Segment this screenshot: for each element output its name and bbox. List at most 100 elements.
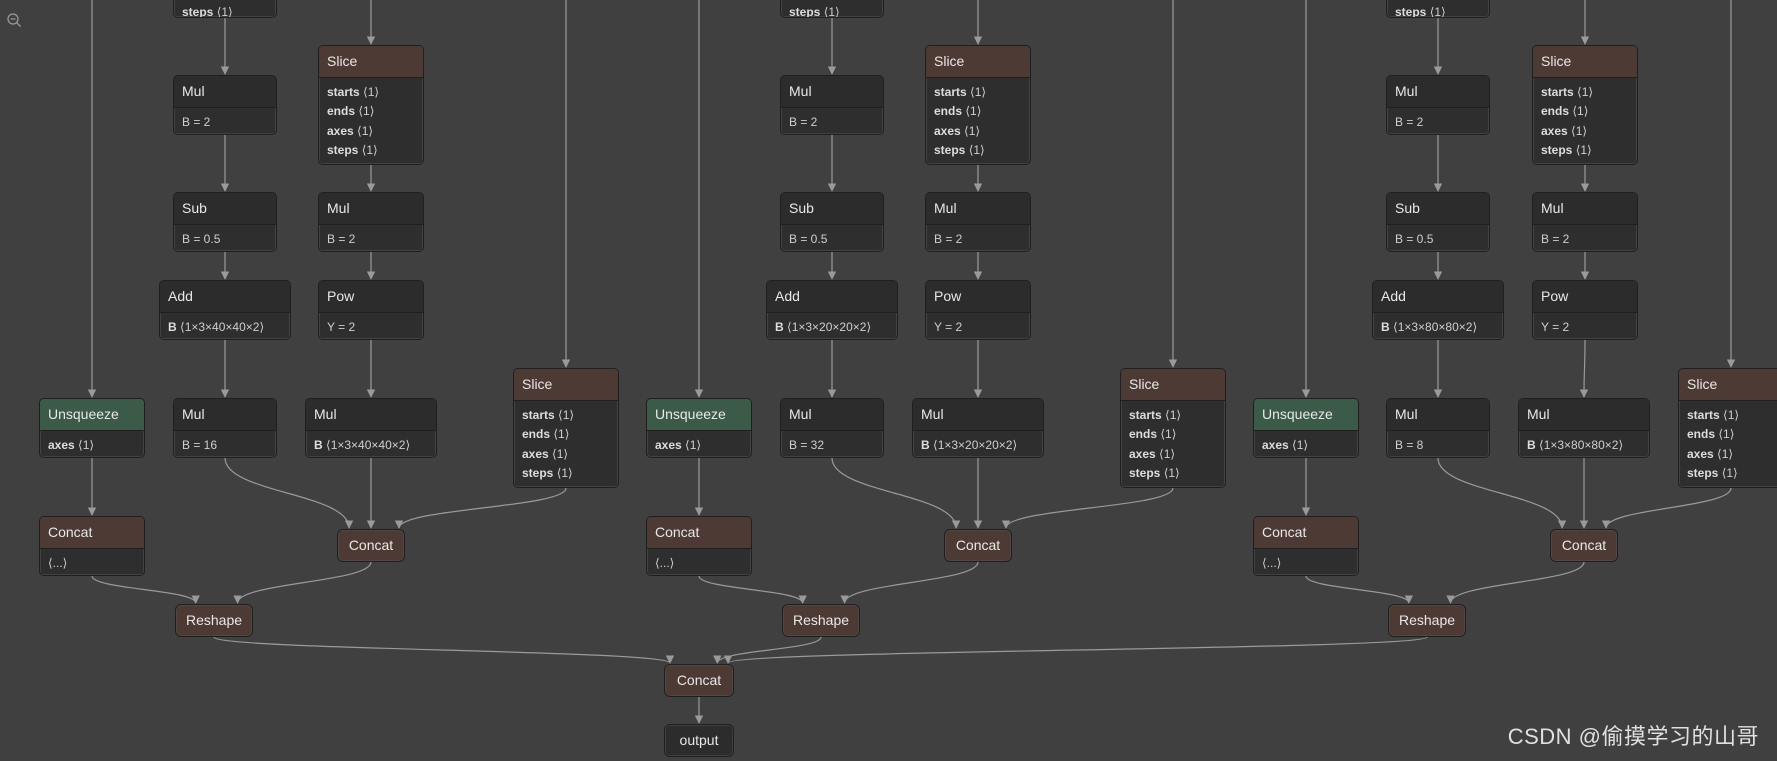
node-b-mul2[interactable]: Mul B = 2 — [925, 192, 1031, 252]
node-c-slice2[interactable]: Slice starts ⟨1⟩ ends ⟨1⟩ axes ⟨1⟩ steps ⟨1⟩ — [1678, 368, 1777, 488]
node-title: Sub — [174, 193, 276, 225]
node-a-mul2[interactable]: Mul B = 2 — [318, 192, 424, 252]
graph-canvas[interactable]: steps ⟨1⟩ Mul B = 2 Slice starts ⟨1⟩ ends ⟨1⟩… — [0, 0, 1777, 761]
node-b-mul4[interactable]: Mul B ⟨1×3×20×20×2⟩ — [912, 398, 1044, 458]
node-final-concat[interactable]: Concat — [664, 664, 734, 697]
edge-c_concat1-c_reshape — [1305, 575, 1413, 604]
node-output[interactable]: output — [664, 724, 734, 757]
node-attributes: starts ⟨1⟩ ends ⟨1⟩ axes ⟨1⟩ steps ⟨1⟩ — [1679, 401, 1777, 487]
node-a-pow[interactable]: Pow Y = 2 — [318, 280, 424, 340]
node-b-concat1[interactable]: Concat ⟨...⟩ — [646, 516, 752, 576]
zoom-icon[interactable] — [6, 12, 22, 28]
node-attribute: B = 2 — [327, 230, 415, 249]
attribute-name: steps — [327, 143, 359, 158]
attribute-value: ⟨1⟩ — [363, 85, 380, 99]
node-title: Slice — [1679, 369, 1777, 401]
node-a-add[interactable]: Add B ⟨1×3×40×40×2⟩ — [159, 280, 291, 340]
node-attribute: B = 8 — [1395, 436, 1481, 455]
node-c-steps[interactable]: steps ⟨1⟩ — [1386, 0, 1490, 18]
attribute-value: ⟨1⟩ — [1717, 446, 1734, 461]
node-c-sub[interactable]: Sub B = 0.5 — [1386, 192, 1490, 252]
node-attribute: steps ⟨1⟩ — [1395, 3, 1481, 18]
node-attributes: B = 2 — [174, 108, 276, 134]
attribute-name: steps — [789, 5, 821, 18]
node-attribute: B ⟨1×3×20×20×2⟩ — [921, 436, 1035, 455]
node-a-slice2[interactable]: Slice starts ⟨1⟩ ends ⟨1⟩ axes ⟨1⟩ steps ⟨1⟩ — [513, 368, 619, 488]
node-b-mul1[interactable]: Mul B = 2 — [780, 75, 884, 135]
attribute-value: ⟨1⟩ — [1429, 5, 1446, 18]
node-b-sub[interactable]: Sub B = 0.5 — [780, 192, 884, 252]
attribute-value: Y = 2 — [934, 320, 963, 334]
node-b-reshape[interactable]: Reshape — [782, 604, 860, 637]
watermark: CSDN @偷摸学习的山哥 — [1507, 724, 1759, 749]
node-a-mul1[interactable]: Mul B = 2 — [173, 75, 277, 135]
node-attribute: starts ⟨1⟩ — [1541, 83, 1629, 102]
attribute-value: B = 16 — [182, 438, 218, 452]
node-c-pow[interactable]: Pow Y = 2 — [1532, 280, 1638, 340]
node-title: Pow — [1533, 281, 1637, 313]
node-title: Concat — [676, 672, 722, 688]
node-c-slice1[interactable]: Slice starts ⟨1⟩ ends ⟨1⟩ axes ⟨1⟩ steps ⟨1⟩ — [1532, 45, 1638, 165]
node-attributes: B ⟨1×3×20×20×2⟩ — [913, 431, 1043, 457]
attribute-value: ⟨1⟩ — [1577, 85, 1594, 99]
attribute-value: ⟨1⟩ — [361, 143, 378, 158]
node-title: Pow — [319, 281, 423, 313]
attribute-value: Y = 2 — [1541, 320, 1570, 334]
attribute-value: B = 2 — [1541, 232, 1570, 246]
node-title: Sub — [781, 193, 883, 225]
node-b-add[interactable]: Add B ⟨1×3×20×20×2⟩ — [766, 280, 898, 340]
node-attributes: steps ⟨1⟩ — [174, 0, 276, 17]
node-b-slice2[interactable]: Slice starts ⟨1⟩ ends ⟨1⟩ axes ⟨1⟩ steps ⟨1⟩ — [1120, 368, 1226, 488]
attribute-name: steps — [934, 143, 966, 158]
node-b-unsq[interactable]: Unsqueeze axes ⟨1⟩ — [646, 398, 752, 458]
node-a-concat1[interactable]: Concat ⟨...⟩ — [39, 516, 145, 576]
node-attribute: steps ⟨1⟩ — [522, 464, 610, 483]
attribute-value: ⟨1⟩ — [1165, 408, 1182, 422]
node-b-steps[interactable]: steps ⟨1⟩ — [780, 0, 884, 18]
node-b-concat2[interactable]: Concat — [944, 529, 1012, 562]
node-a-mul4[interactable]: Mul B ⟨1×3×40×40×2⟩ — [305, 398, 437, 458]
node-a-steps[interactable]: steps ⟨1⟩ — [173, 0, 277, 18]
node-attribute: ends ⟨1⟩ — [1129, 425, 1217, 444]
node-title: Mul — [1387, 399, 1489, 431]
node-title: Add — [160, 281, 290, 313]
node-a-mul3[interactable]: Mul B = 16 — [173, 398, 277, 458]
attribute-value: ⟨1⟩ — [1571, 123, 1588, 138]
node-b-slice1[interactable]: Slice starts ⟨1⟩ ends ⟨1⟩ axes ⟨1⟩ steps ⟨1⟩ — [925, 45, 1031, 165]
edge-a_slice2-a_concat2 — [394, 487, 567, 529]
node-a-reshape[interactable]: Reshape — [175, 604, 253, 637]
node-a-sub[interactable]: Sub B = 0.5 — [173, 192, 277, 252]
node-b-pow[interactable]: Pow Y = 2 — [925, 280, 1031, 340]
node-a-slice1[interactable]: Slice starts ⟨1⟩ ends ⟨1⟩ axes ⟨1⟩ steps ⟨1⟩ — [318, 45, 424, 165]
attribute-name: starts — [327, 85, 360, 99]
node-b-mul3[interactable]: Mul B = 32 — [780, 398, 884, 458]
node-a-concat2[interactable]: Concat — [337, 529, 405, 562]
node-attributes: B = 0.5 — [781, 225, 883, 251]
node-c-mul4[interactable]: Mul B ⟨1×3×80×80×2⟩ — [1518, 398, 1650, 458]
node-c-mul3[interactable]: Mul B = 8 — [1386, 398, 1490, 458]
node-c-concat1[interactable]: Concat ⟨...⟩ — [1253, 516, 1359, 576]
edge-c_pow-c_mul4 — [1579, 339, 1589, 398]
node-attribute: B = 2 — [182, 113, 268, 132]
node-c-concat2[interactable]: Concat — [1550, 529, 1618, 562]
node-c-mul2[interactable]: Mul B = 2 — [1532, 192, 1638, 252]
attribute-value: B = 0.5 — [182, 232, 221, 246]
node-c-add[interactable]: Add B ⟨1×3×80×80×2⟩ — [1372, 280, 1504, 340]
attribute-name: ends — [934, 104, 963, 119]
attribute-value: ⟨1⟩ — [1718, 427, 1735, 442]
node-c-mul1[interactable]: Mul B = 2 — [1386, 75, 1490, 135]
node-attributes: B ⟨1×3×40×40×2⟩ — [306, 431, 436, 457]
node-title: Concat — [955, 537, 1001, 553]
node-c-reshape[interactable]: Reshape — [1388, 604, 1466, 637]
node-attribute: axes ⟨1⟩ — [1262, 436, 1350, 455]
node-title: Mul — [306, 399, 436, 431]
node-title: Slice — [514, 369, 618, 401]
node-attribute: starts ⟨1⟩ — [327, 83, 415, 102]
node-a-unsq[interactable]: Unsqueeze axes ⟨1⟩ — [39, 398, 145, 458]
node-attribute: B = 2 — [934, 230, 1022, 249]
node-attributes: B = 16 — [174, 431, 276, 457]
node-c-unsq[interactable]: Unsqueeze axes ⟨1⟩ — [1253, 398, 1359, 458]
edge-a_mul3-a_concat2 — [224, 457, 354, 529]
node-attributes: B = 2 — [1387, 108, 1489, 134]
node-attribute: axes ⟨1⟩ — [327, 122, 415, 141]
